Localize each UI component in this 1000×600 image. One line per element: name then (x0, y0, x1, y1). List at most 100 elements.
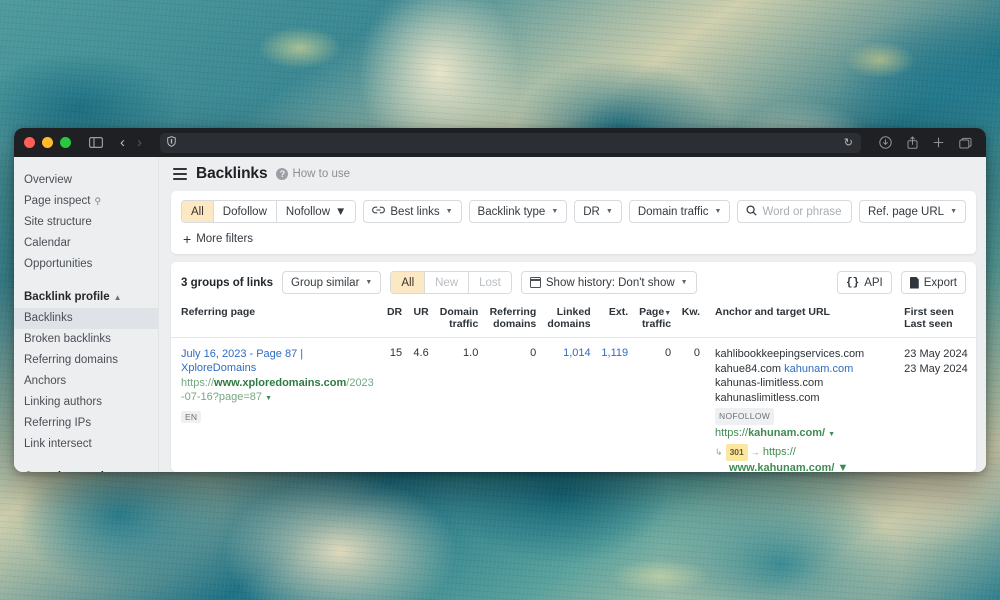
cell-linked-domains[interactable]: 1,014 (541, 338, 595, 473)
sidebar-item-opportunities[interactable]: Opportunities (14, 254, 158, 275)
how-to-use-label: How to use (292, 168, 351, 180)
sidebar-item-linking-authors[interactable]: Linking authors (14, 392, 158, 413)
redirect-target-url[interactable]: www.kahunam.com/ ▼ (715, 461, 889, 473)
col-domain-traffic[interactable]: Domain traffic (433, 302, 484, 338)
help-icon: ? (276, 168, 289, 180)
col-linked-domains[interactable]: Linked domains (541, 302, 596, 338)
anchor-link-2[interactable]: kahunam.com (784, 363, 853, 375)
sidebar-toggle-icon[interactable] (89, 137, 103, 148)
group-similar-label: Group similar (291, 276, 360, 289)
col-kw[interactable]: Kw. (676, 302, 706, 338)
col-first-last-seen[interactable]: First seen Last seen (894, 302, 976, 338)
link-state-segment[interactable]: All New Lost (390, 271, 512, 294)
filter-best-links[interactable]: Best links ▼ (363, 200, 462, 223)
filter-dofollow[interactable]: Dofollow (213, 201, 277, 222)
search-input-wrapper[interactable]: Word or phrase (737, 200, 852, 223)
chevron-up-icon: ▲ (113, 293, 122, 302)
share-icon[interactable] (907, 136, 918, 149)
redirect-line: ↳ 301 → https:// (715, 444, 889, 461)
url-scheme: https:// (181, 377, 215, 389)
api-label: API (864, 276, 883, 289)
filter-backlink-type-label: Backlink type (477, 205, 546, 218)
sidebar-item-site-structure[interactable]: Site structure (14, 212, 158, 233)
sidebar-item-page-inspect[interactable]: Page inspect ⚲ (14, 191, 158, 212)
groups-count-label: 3 groups of links (181, 276, 274, 289)
group-similar-dropdown[interactable]: Group similar ▼ (282, 271, 382, 294)
shield-icon (167, 134, 176, 152)
hamburger-icon[interactable] (173, 168, 187, 180)
browser-titlebar: ‹ › ↻ (14, 128, 986, 157)
navigation-buttons[interactable]: ‹ › (120, 135, 142, 150)
sidebar-item-calendar[interactable]: Calendar (14, 233, 158, 254)
filter-domain-traffic-label: Domain traffic (637, 205, 709, 218)
address-bar[interactable]: ↻ (160, 132, 861, 153)
col-label: Kw. (681, 306, 701, 318)
filter-dr[interactable]: DR ▼ (574, 200, 622, 223)
new-tab-icon[interactable] (933, 137, 944, 148)
col-referring-page[interactable]: Referring page (171, 302, 381, 338)
tab-overview-icon[interactable] (959, 137, 972, 149)
filter-ref-page-url[interactable]: Ref. page URL ▼ (858, 200, 966, 223)
sidebar-label: Opportunities (24, 258, 93, 270)
col-referring-domains[interactable]: Referring domains (483, 302, 542, 338)
chevron-down-icon[interactable]: ▼ (265, 395, 272, 402)
sidebar-item-referring-ips[interactable]: Referring IPs (14, 413, 158, 434)
results-toolbar: 3 groups of links Group similar ▼ All Ne… (171, 262, 976, 302)
referring-page-url[interactable]: https://www.xploredomains.com/2023-07-16… (181, 376, 376, 406)
more-filters-button[interactable]: + More filters (181, 232, 966, 246)
reload-icon[interactable]: ↻ (844, 136, 853, 149)
chevron-down-icon[interactable]: ▼ (828, 431, 835, 438)
state-lost[interactable]: Lost (469, 272, 511, 293)
sidebar-item-link-intersect[interactable]: Link intersect (14, 434, 158, 455)
follow-type-segment[interactable]: All Dofollow Nofollow ▼ (181, 200, 357, 223)
api-button[interactable]: {} API (837, 271, 892, 294)
target-url[interactable]: https://kahunam.com/ ▼ (715, 426, 889, 443)
col-ext[interactable]: Ext. (595, 302, 634, 338)
col-label-2: domains (493, 318, 537, 330)
close-window-button[interactable] (24, 137, 35, 148)
anchor-text-3: kahunas-limitless.com (715, 377, 824, 389)
sidebar-section-organic-search[interactable]: Organic search ▲ (14, 467, 158, 472)
search-input[interactable]: Word or phrase (762, 206, 841, 218)
filter-domain-traffic[interactable]: Domain traffic ▼ (628, 200, 731, 223)
state-all-label: All (401, 276, 415, 289)
state-new[interactable]: New (425, 272, 470, 293)
filter-nofollow[interactable]: Nofollow ▼ (276, 201, 356, 222)
show-history-label: Show history: Don't show (545, 276, 675, 289)
page-title: Backlinks (196, 165, 268, 182)
referring-page-title-link[interactable]: July 16, 2023 - Page 87 | XploreDomains (181, 347, 376, 375)
sidebar-item-overview[interactable]: Overview (14, 170, 158, 191)
toolbar-right-icons[interactable] (879, 136, 972, 149)
chevron-down-icon: ▼ (551, 208, 559, 215)
col-anchor-target-url[interactable]: Anchor and target URL (705, 302, 895, 338)
col-dr[interactable]: DR (380, 302, 408, 338)
state-all[interactable]: All (391, 272, 426, 293)
forward-icon[interactable]: › (137, 135, 142, 150)
col-ur[interactable]: UR (407, 302, 434, 338)
calendar-icon (529, 277, 542, 288)
sidebar-item-backlinks[interactable]: Backlinks (14, 308, 158, 329)
sidebar-item-anchors[interactable]: Anchors (14, 371, 158, 392)
how-to-use-link[interactable]: ? How to use (276, 168, 350, 180)
sidebar-item-referring-domains[interactable]: Referring domains (14, 350, 158, 371)
downloads-icon[interactable] (879, 136, 892, 149)
sidebar-item-broken-backlinks[interactable]: Broken backlinks (14, 329, 158, 350)
sidebar-section-backlink-profile[interactable]: Backlink profile ▲ (14, 287, 158, 308)
col-page-traffic[interactable]: Page▼ traffic (633, 302, 677, 338)
table-row[interactable]: July 16, 2023 - Page 87 | XploreDomains … (171, 338, 976, 473)
show-history-dropdown[interactable]: Show history: Don't show ▼ (520, 271, 697, 294)
cell-ext[interactable]: 1,119 (596, 338, 634, 473)
back-icon[interactable]: ‹ (120, 135, 125, 150)
sidebar-label: Anchors (24, 375, 67, 387)
chevron-down-icon[interactable]: ▼ (837, 462, 848, 473)
sidebar-label: Referring domains (24, 354, 118, 366)
col-label: Domain (439, 306, 479, 318)
filter-backlink-type[interactable]: Backlink type ▼ (468, 200, 568, 223)
minimize-window-button[interactable] (42, 137, 53, 148)
filter-all[interactable]: All (182, 201, 214, 222)
window-traffic-lights[interactable] (24, 137, 71, 148)
sidebar-section-label: Organic search (24, 470, 108, 472)
export-button[interactable]: Export (900, 271, 966, 294)
backlinks-table: Referring page DR UR Domain traffic Refer… (171, 302, 976, 472)
maximize-window-button[interactable] (60, 137, 71, 148)
